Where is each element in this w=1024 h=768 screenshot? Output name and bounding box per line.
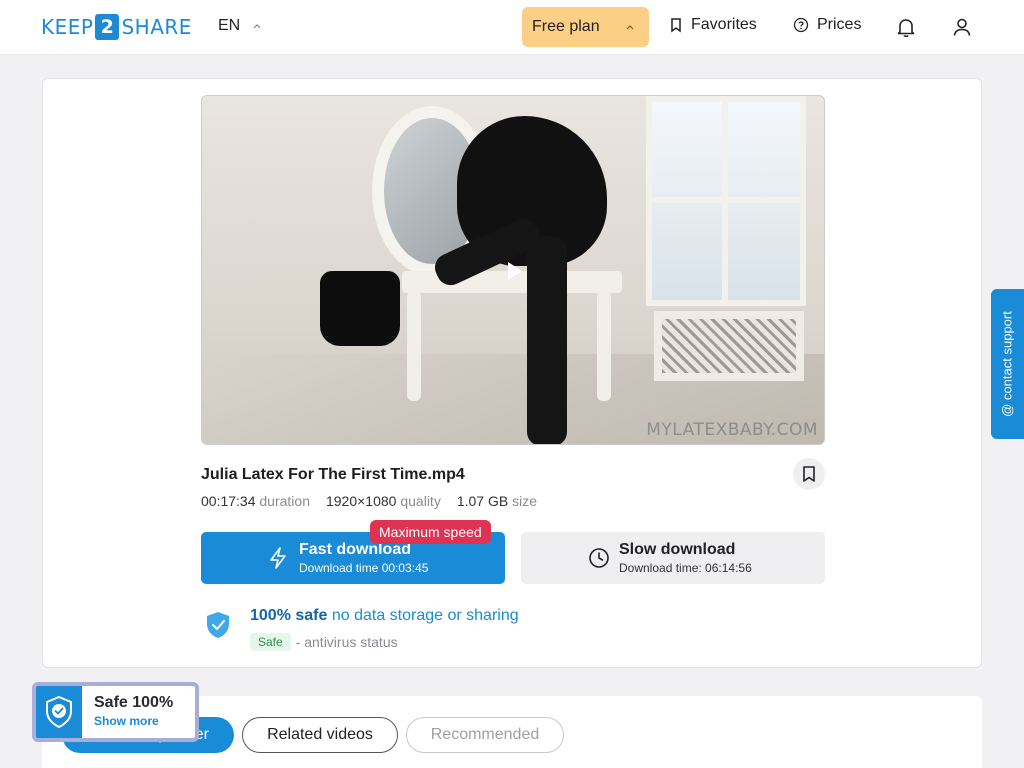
quality-label: quality <box>400 493 441 509</box>
safe-status-badge: Safe <box>250 633 291 651</box>
lightning-icon <box>270 547 286 569</box>
video-preview[interactable]: MYLATEXBABY.COM <box>201 95 825 445</box>
add-favorite-button[interactable] <box>793 458 825 490</box>
logo-number: 2 <box>95 14 120 40</box>
safe-widget[interactable]: Safe 100% Show more <box>32 682 199 742</box>
duration-label: duration <box>259 493 310 509</box>
slow-download-button[interactable]: Slow download Download time: 06:14:56 <box>521 532 825 584</box>
contact-support-tab[interactable]: @ contact support <box>991 289 1024 439</box>
size-label: size <box>512 493 537 509</box>
clock-icon <box>589 548 609 568</box>
meta-quality: 1920×1080 quality <box>326 493 441 509</box>
safe-widget-title: Safe 100% <box>94 694 174 711</box>
preview-figure-leg <box>527 236 567 444</box>
safe-widget-shield <box>36 686 82 738</box>
site-logo[interactable]: KEEP 2 SHARE <box>41 14 192 40</box>
plan-label: Free plan <box>532 18 600 35</box>
antivirus-status-text: - antivirus status <box>295 634 398 650</box>
play-icon[interactable] <box>508 262 522 280</box>
slow-download-time: Download time: 06:14:56 <box>619 561 752 575</box>
shield-check-icon <box>46 695 72 729</box>
preview-table-leg <box>597 291 611 401</box>
safety-bold: 100% safe <box>250 607 328 624</box>
plan-button[interactable]: Free plan <box>522 7 649 47</box>
file-title: Julia Latex For The First Time.mp4 <box>201 466 465 483</box>
logo-text-left: KEEP <box>41 15 94 39</box>
preview-window <box>646 96 806 306</box>
preview-radiator <box>654 311 804 381</box>
safety-headline: 100% safe no data storage or sharing <box>250 607 519 625</box>
meta-duration: 00:17:34 duration <box>201 493 310 509</box>
bell-icon[interactable] <box>894 15 918 39</box>
quality-value: 1920×1080 <box>325 493 397 509</box>
chevron-up-icon <box>253 24 261 29</box>
slow-download-title: Slow download <box>619 541 736 558</box>
bookmark-icon <box>671 18 681 33</box>
favorites-label: Favorites <box>691 16 757 33</box>
file-meta: 00:17:34 duration 1920×1080 quality 1.07… <box>201 493 553 509</box>
bookmark-icon <box>803 466 815 482</box>
meta-size: 1.07 GB size <box>457 493 537 509</box>
contact-support-label: @ contact support <box>999 311 1015 417</box>
fast-download-time: Download time 00:03:45 <box>299 561 429 575</box>
size-value: 1.07 GB <box>456 493 509 509</box>
tab-recommended[interactable]: Recommended <box>406 717 564 753</box>
preview-table-leg <box>407 291 421 401</box>
tab-related-videos[interactable]: Related videos <box>242 717 398 753</box>
safe-widget-text: Safe 100% Show more <box>82 686 173 738</box>
site-header: KEEP 2 SHARE EN Free plan Favorites Pric… <box>0 0 1024 55</box>
maximum-speed-badge: Maximum speed <box>370 520 491 544</box>
prices-link[interactable]: Prices <box>793 16 861 34</box>
user-icon[interactable] <box>950 15 974 39</box>
antivirus-status: Safe - antivirus status <box>250 633 398 651</box>
language-label: EN <box>218 17 241 34</box>
logo-text-right: SHARE <box>121 15 192 39</box>
prices-label: Prices <box>817 16 862 33</box>
duration-value: 00:17:34 <box>201 493 256 509</box>
help-circle-icon <box>793 17 809 33</box>
chevron-up-icon <box>626 25 634 30</box>
file-card: MYLATEXBABY.COM Julia Latex For The Firs… <box>42 78 982 668</box>
preview-watermark: MYLATEXBABY.COM <box>646 420 818 440</box>
preview-boot <box>320 271 400 346</box>
language-selector[interactable]: EN <box>218 17 262 35</box>
favorites-link[interactable]: Favorites <box>669 16 757 34</box>
shield-check-icon <box>207 612 229 638</box>
safe-widget-show-more[interactable]: Show more <box>94 714 173 728</box>
safety-text: no data storage or sharing <box>331 607 519 624</box>
